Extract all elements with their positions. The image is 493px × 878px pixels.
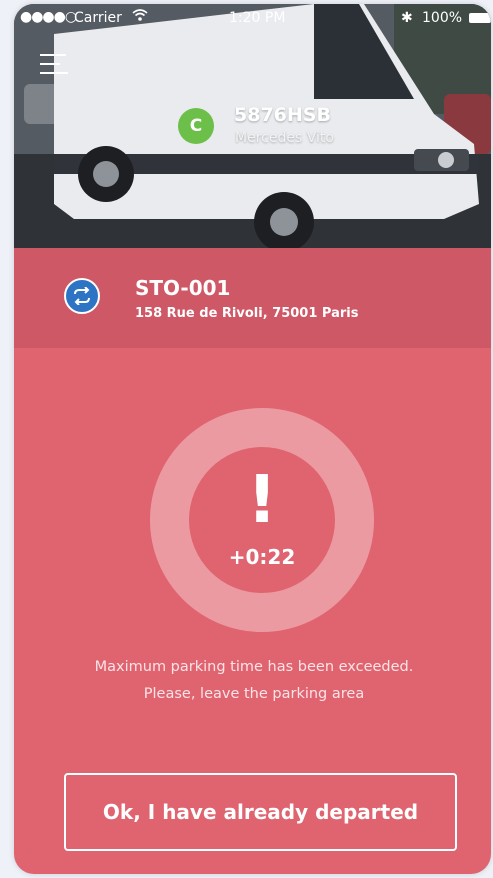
carrier-label: Carrier	[74, 10, 122, 26]
station-bar[interactable]: STO-001 158 Rue de Rivoli, 75001 Paris	[14, 248, 491, 348]
hamburger-line	[40, 63, 60, 65]
timer-center: ! +0:22	[189, 447, 335, 593]
station-swap-icon	[64, 278, 100, 314]
hamburger-icon	[40, 54, 66, 56]
van-illustration	[14, 4, 491, 248]
hamburger-line	[40, 72, 68, 74]
signal-icon: ●●●●○	[20, 9, 77, 25]
vehicle-category-badge: C	[178, 108, 214, 144]
vehicle-plate: 5876HSB	[234, 104, 331, 126]
battery-icon	[469, 13, 491, 23]
alert-icon: !	[246, 461, 278, 538]
bluetooth-icon: ✱	[401, 10, 413, 26]
overtime-timer: ! +0:22	[150, 408, 374, 632]
phone-screen: ●●●●○ Carrier 1:20 PM ✱ 100% C 5876HSB M…	[14, 4, 491, 874]
clock: 1:20 PM	[229, 10, 286, 26]
battery-percent: 100%	[422, 10, 463, 26]
station-code: STO-001	[135, 276, 231, 300]
vehicle-photo: ●●●●○ Carrier 1:20 PM ✱ 100% C 5876HSB M…	[14, 4, 491, 248]
overtime-message: Maximum parking time has been exceeded. …	[94, 659, 414, 702]
overtime-value: +0:22	[228, 545, 296, 569]
menu-button[interactable]	[40, 52, 68, 76]
station-address: 158 Rue de Rivoli, 75001 Paris	[135, 306, 359, 321]
vehicle-model: Mercedes Vito	[235, 130, 334, 146]
status-bar: ●●●●○ Carrier 1:20 PM ✱ 100%	[14, 4, 491, 32]
already-departed-button[interactable]: Ok, I have already departed	[64, 773, 457, 851]
